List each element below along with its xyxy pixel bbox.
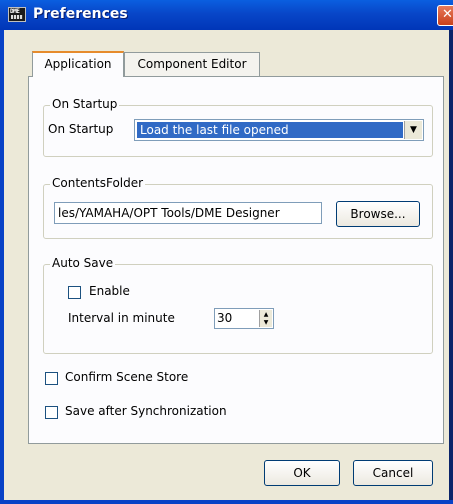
tab-application-label: Application xyxy=(44,57,112,71)
save-after-sync-label[interactable]: Save after Synchronization xyxy=(65,404,227,418)
on-startup-dropdown[interactable]: Load the last file opened ▼ xyxy=(134,119,424,141)
confirm-scene-store-checkbox[interactable] xyxy=(45,372,58,385)
on-startup-group: On Startup On Startup Load the last file… xyxy=(43,97,433,157)
spin-down-icon[interactable]: ▼ xyxy=(259,318,272,327)
close-icon: ✕ xyxy=(442,7,453,22)
window-title: Preferences xyxy=(33,6,128,22)
ok-button[interactable]: OK xyxy=(264,460,340,486)
interval-value[interactable]: 30 xyxy=(217,309,232,328)
title-bar[interactable]: DME Preferences ✕ xyxy=(0,0,453,30)
interval-label: Interval in minute xyxy=(68,311,175,325)
confirm-scene-store-label[interactable]: Confirm Scene Store xyxy=(65,370,188,384)
tab-component-editor[interactable]: Component Editor xyxy=(124,52,260,76)
save-after-sync-checkbox[interactable] xyxy=(45,406,58,419)
chevron-down-icon[interactable]: ▼ xyxy=(404,121,422,139)
preferences-window: DME Preferences ✕ On Startup On Startup … xyxy=(0,0,453,504)
contents-folder-path-field[interactable]: les/YAMAHA/OPT Tools/DME Designer xyxy=(54,202,322,224)
cancel-button-label: Cancel xyxy=(372,466,414,480)
auto-save-group: Auto Save Enable Interval in minute 30 ▲… xyxy=(43,256,433,354)
on-startup-field-label: On Startup xyxy=(48,122,114,136)
tab-application[interactable]: Application xyxy=(32,51,124,77)
contents-folder-group: ContentsFolder les/YAMAHA/OPT Tools/DME … xyxy=(43,176,433,239)
auto-save-group-label: Auto Save xyxy=(50,256,116,270)
window-frame-bottom xyxy=(0,500,453,504)
interval-spinner[interactable]: 30 ▲ ▼ xyxy=(214,308,274,329)
on-startup-selected-value: Load the last file opened xyxy=(137,122,403,138)
contents-folder-group-label: ContentsFolder xyxy=(50,176,146,190)
tab-component-editor-label: Component Editor xyxy=(137,57,247,71)
enable-auto-save-label[interactable]: Enable xyxy=(89,284,130,298)
browse-button-label: Browse... xyxy=(350,207,406,221)
tab-panel-application: On Startup On Startup Load the last file… xyxy=(28,76,444,444)
ok-button-label: OK xyxy=(293,466,311,480)
cancel-button[interactable]: Cancel xyxy=(353,460,433,486)
browse-button[interactable]: Browse... xyxy=(336,201,420,227)
on-startup-group-label: On Startup xyxy=(50,97,120,111)
enable-auto-save-checkbox[interactable] xyxy=(68,286,81,299)
close-button[interactable]: ✕ xyxy=(437,5,453,26)
app-icon: DME xyxy=(8,7,26,22)
